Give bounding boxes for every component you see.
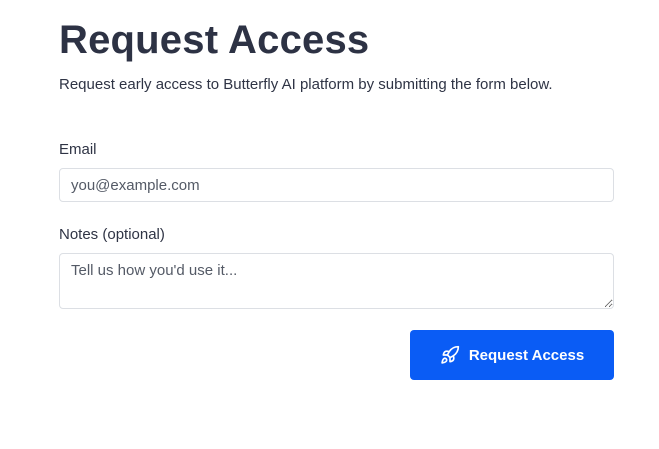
notes-field[interactable] <box>59 253 614 309</box>
request-access-page: Request Access Request early access to B… <box>0 0 659 449</box>
rocket-icon <box>440 345 460 365</box>
request-access-button-label: Request Access <box>468 346 585 364</box>
page-subtitle: Request early access to Butterfly AI pla… <box>59 76 553 93</box>
page-title: Request Access <box>59 18 370 62</box>
notes-label: Notes (optional) <box>59 226 165 243</box>
request-access-button[interactable]: Request Access <box>410 330 614 380</box>
email-label: Email <box>59 141 97 158</box>
email-field[interactable] <box>59 168 614 202</box>
